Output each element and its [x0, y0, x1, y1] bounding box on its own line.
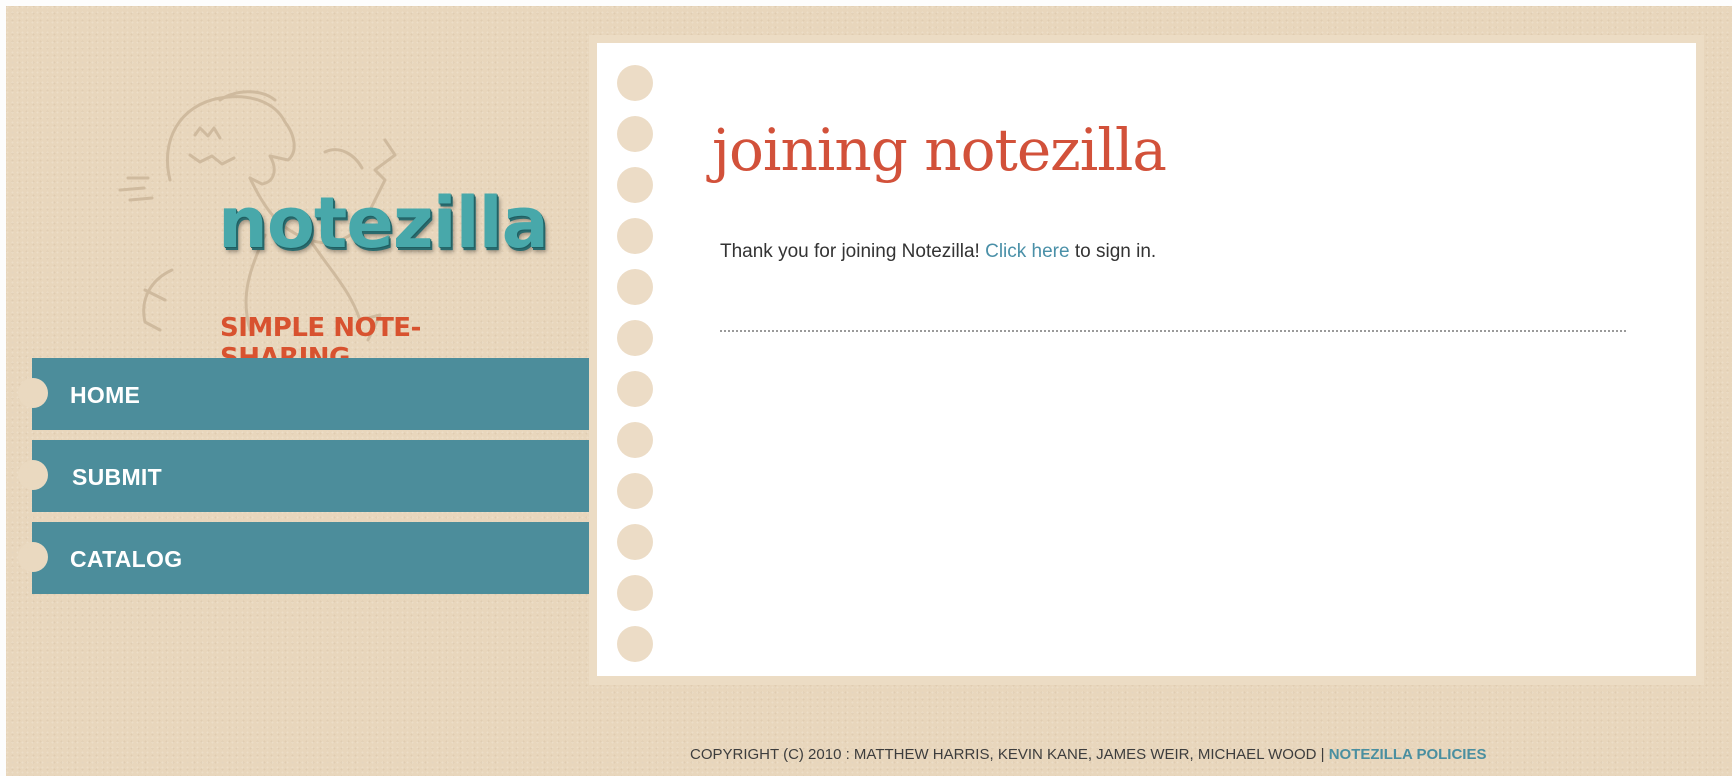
- binder-hole: [617, 218, 653, 254]
- confirmation-message: Thank you for joining Notezilla! Click h…: [720, 241, 1156, 263]
- logo-text: notezilla: [218, 182, 549, 264]
- binder-hole: [617, 167, 653, 203]
- nav-item-home[interactable]: HOME: [18, 358, 589, 430]
- policies-link[interactable]: NOTEZILLA POLICIES: [1329, 746, 1487, 763]
- binder-hole: [617, 575, 653, 611]
- page-title: joining notezilla: [712, 116, 1167, 184]
- binder-hole: [617, 65, 653, 101]
- binder-hole: [617, 116, 653, 152]
- main-nav: HOME SUBMIT CATALOG: [18, 358, 589, 604]
- content-panel: joining notezilla Thank you for joining …: [597, 43, 1696, 676]
- binder-hole: [617, 320, 653, 356]
- site-logo[interactable]: notezilla SIMPLE NOTE-SHARING: [100, 60, 549, 373]
- message-text: Thank you for joining Notezilla!: [720, 241, 986, 262]
- nav-item-label: SUBMIT: [72, 464, 162, 490]
- nav-item-submit[interactable]: SUBMIT: [18, 440, 589, 512]
- binder-hole: [617, 626, 653, 662]
- binder-hole: [617, 473, 653, 509]
- binder-hole: [617, 422, 653, 458]
- binder-hole: [617, 269, 653, 305]
- binder-hole: [617, 524, 653, 560]
- nav-item-label: HOME: [70, 382, 141, 408]
- nav-item-label: CATALOG: [70, 546, 183, 572]
- site-footer: COPYRIGHT (C) 2010 : MATTHEW HARRIS, KEV…: [690, 746, 1486, 763]
- dotted-divider: [720, 330, 1626, 332]
- message-text-end: to sign in.: [1069, 241, 1157, 262]
- copyright-text: COPYRIGHT (C) 2010 : MATTHEW HARRIS, KEV…: [690, 746, 1329, 763]
- nav-item-catalog[interactable]: CATALOG: [18, 522, 589, 594]
- sign-in-link[interactable]: Click here: [985, 241, 1069, 262]
- binder-hole: [617, 371, 653, 407]
